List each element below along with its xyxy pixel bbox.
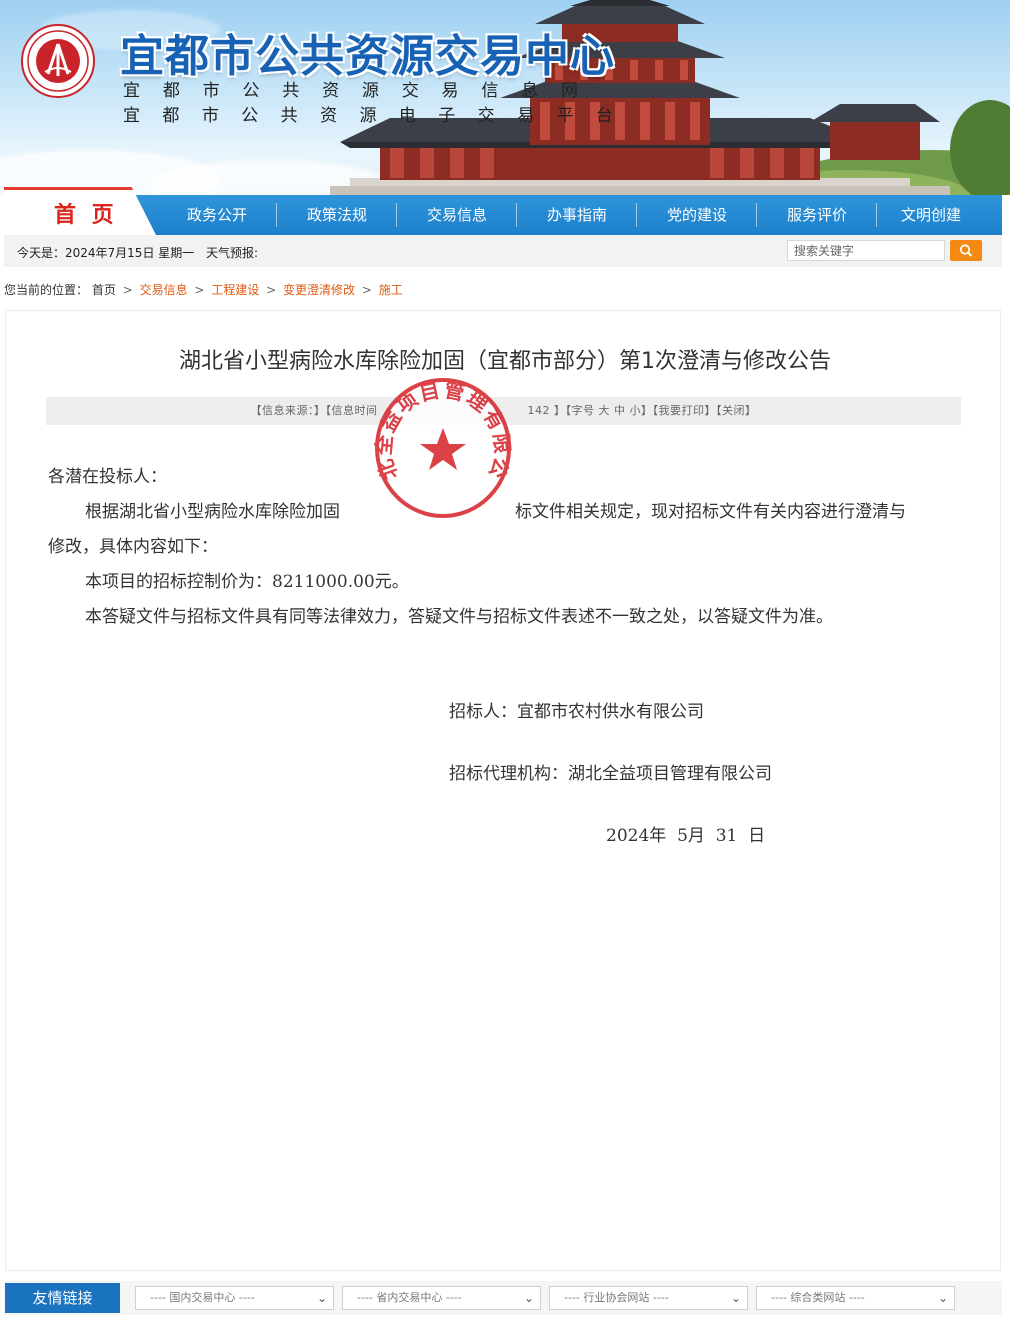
- breadcrumb-engineering[interactable]: 工程建设: [211, 283, 259, 297]
- subtitle-char: 共: [282, 81, 300, 101]
- subtitle-char: 电: [398, 106, 416, 126]
- paragraph-control-price: 本项目的招标控制价为：8211000.00元。: [85, 572, 409, 592]
- paragraph-1-start: 根据湖北省小型病险水库除险加固: [85, 502, 340, 522]
- breadcrumb-prefix: 您当前的位置：: [4, 283, 89, 297]
- select-provincial-centers-value: ---- 省内交易中心 ----: [357, 1291, 462, 1304]
- friend-links-label: 友情链接: [5, 1283, 120, 1313]
- subtitle-char: 市: [202, 81, 220, 101]
- article-title: 湖北省小型病险水库除险加固（宜都市部分）第1次澄清与修改公告: [179, 349, 831, 374]
- select-general-sites[interactable]: ---- 综合类网站 ---- ⌄: [756, 1286, 955, 1310]
- site-subtitle-info-net: 宜都市公共资源交易信息网: [123, 76, 578, 101]
- subtitle-char: 公: [241, 106, 259, 126]
- paragraph-legal-effect: 本答疑文件与招标文件具有同等法律效力，答疑文件与招标文件表述不一致之处，以答疑文…: [85, 607, 833, 627]
- breadcrumb-separator: >: [266, 283, 277, 297]
- select-national-centers[interactable]: ---- 国内交易中心 ---- ⌄: [135, 1286, 334, 1310]
- search-icon: [959, 244, 973, 257]
- subtitle-char: 都: [162, 81, 180, 101]
- chevron-down-icon: ⌄: [316, 1291, 327, 1305]
- chevron-down-icon: ⌄: [937, 1291, 948, 1305]
- center-logo: [21, 24, 95, 98]
- meta-tools[interactable]: 142 】【字号 大 中 小】【我要打印】【关闭】: [528, 404, 757, 417]
- nav-item-party[interactable]: 党的建设: [637, 195, 757, 235]
- company-seal-stamp: 湖北全益项目管理有限公司: [373, 376, 513, 518]
- search-input[interactable]: [787, 240, 945, 261]
- meta-source-time: 【信息来源：】【信息时间: [250, 404, 378, 417]
- subtitle-char: 资: [320, 106, 338, 126]
- breadcrumb: 您当前的位置： 首页 > 交易信息 > 工程建设 > 变更澄清修改 > 施工: [4, 281, 403, 298]
- subtitle-char: 平: [556, 106, 574, 126]
- subtitle-char: 网: [560, 81, 578, 101]
- nav-item-gov-affairs[interactable]: 政务公开: [158, 195, 276, 235]
- site-title: 宜都市公共资源交易中心: [120, 31, 615, 82]
- weather-label: 天气预报:: [206, 246, 259, 260]
- breadcrumb-separator: >: [122, 283, 133, 297]
- select-provincial-centers[interactable]: ---- 省内交易中心 ---- ⌄: [342, 1286, 541, 1310]
- subtitle-char: 市: [201, 106, 219, 126]
- nav-item-guide[interactable]: 办事指南: [517, 195, 637, 235]
- nav-item-trade-info[interactable]: 交易信息: [397, 195, 517, 235]
- signature-date: 2024年 5月 31 日: [606, 826, 766, 846]
- breadcrumb-construction[interactable]: 施工: [379, 283, 403, 297]
- subtitle-char: 宜: [123, 81, 140, 101]
- breadcrumb-clarification[interactable]: 变更澄清修改: [283, 283, 355, 297]
- select-general-sites-value: ---- 综合类网站 ----: [771, 1291, 865, 1304]
- subtitle-char: 都: [162, 106, 180, 126]
- nav-item-policies[interactable]: 政策法规: [277, 195, 397, 235]
- chevron-down-icon: ⌄: [730, 1291, 741, 1305]
- agency-line: 招标代理机构：湖北全益项目管理有限公司: [449, 764, 772, 784]
- subtitle-char: 子: [438, 106, 456, 126]
- nav-home-label[interactable]: 首 页: [54, 197, 118, 229]
- paragraph-1-middle: 标文件相关规定，现对招标文件有关内容进行澄清与: [515, 502, 906, 522]
- breadcrumb-trade-info[interactable]: 交易信息: [140, 283, 188, 297]
- subtitle-char: 共: [280, 106, 298, 126]
- salutation: 各潜在投标人：: [48, 467, 167, 487]
- subtitle-char: 源: [359, 106, 377, 126]
- breadcrumb-home[interactable]: 首页: [92, 283, 116, 297]
- subtitle-char: 公: [242, 81, 260, 101]
- nav-item-civility[interactable]: 文明创建: [877, 195, 985, 235]
- site-subtitle-trade-platform: 宜都市公共资源电子交易平台: [123, 101, 613, 126]
- subtitle-char: 源: [361, 81, 379, 101]
- subtitle-char: 资: [322, 81, 340, 101]
- subtitle-char: 宜: [123, 106, 140, 126]
- subtitle-char: 交: [401, 81, 419, 101]
- chevron-down-icon: ⌄: [523, 1291, 534, 1305]
- subtitle-char: 息: [521, 81, 539, 101]
- nav-item-service-rating[interactable]: 服务评价: [757, 195, 877, 235]
- breadcrumb-separator: >: [361, 283, 372, 297]
- select-industry-associations-value: ---- 行业协会网站 ----: [564, 1291, 669, 1304]
- header-banner: 宜都市公共资源交易中心 宜都市公共资源交易信息网 宜都市公共资源电子交易平台: [0, 0, 1010, 195]
- subtitle-char: 信: [481, 81, 499, 101]
- select-national-centers-value: ---- 国内交易中心 ----: [150, 1291, 255, 1304]
- subtitle-char: 易: [517, 106, 535, 126]
- current-date: 今天是：2024年7月15日 星期一: [17, 246, 195, 260]
- select-industry-associations[interactable]: ---- 行业协会网站 ---- ⌄: [549, 1286, 748, 1310]
- subtitle-char: 易: [441, 81, 459, 101]
- paragraph-1-end: 修改，具体内容如下：: [48, 537, 218, 557]
- breadcrumb-separator: >: [194, 283, 205, 297]
- subtitle-char: 台: [595, 106, 613, 126]
- tenderer-line: 招标人：宜都市农村供水有限公司: [449, 702, 704, 722]
- subtitle-char: 交: [477, 106, 495, 126]
- search-button[interactable]: [950, 240, 982, 261]
